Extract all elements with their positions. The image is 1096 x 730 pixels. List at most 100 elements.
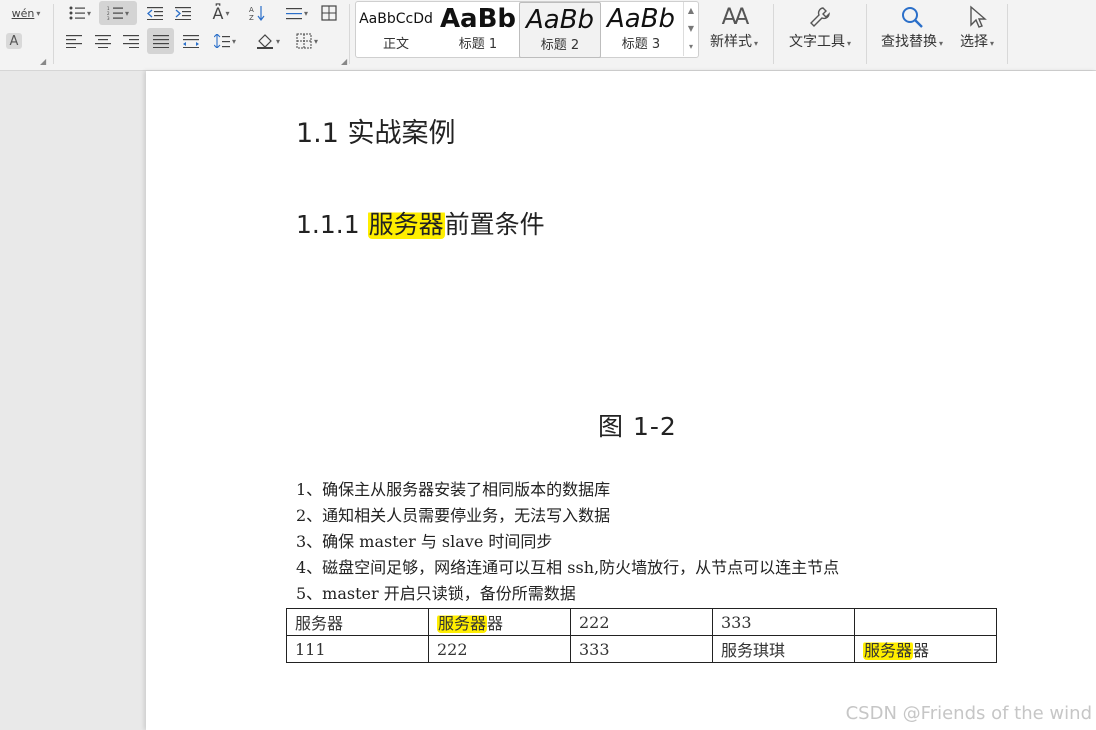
bullet-list-button[interactable]: ▾ (63, 3, 97, 23)
paragraph-dialog-launcher-icon[interactable]: ◢ (341, 57, 347, 66)
svg-text:A: A (249, 6, 254, 14)
style-heading-3[interactable]: AaBb 标题 3 (601, 2, 681, 56)
table-row: 111 222 333 服务琪琪 服务器器 (286, 635, 997, 663)
line-spacing-button[interactable]: ▾ (208, 30, 242, 52)
wrench-icon (810, 7, 830, 27)
style-normal[interactable]: AaBbCcDd 正文 (356, 2, 436, 56)
style-label: 正文 (382, 37, 409, 52)
align-left-button[interactable] (63, 30, 85, 52)
table-cell[interactable]: 333 (712, 608, 855, 636)
list-item[interactable]: 3、确保 master 与 slave 时间同步 (296, 529, 839, 555)
table-cell[interactable]: 222 (570, 608, 713, 636)
heading-1[interactable]: 1.1 实战案例 (296, 111, 456, 150)
style-preview: AaBb (606, 4, 676, 34)
align-right-icon (123, 35, 139, 48)
phonetic-icon: wén (11, 6, 35, 20)
increase-indent-button[interactable] (172, 3, 194, 23)
table-cell[interactable]: 222 (428, 635, 571, 663)
line-spacing-icon (213, 34, 230, 48)
text-direction-button[interactable]: A͆ ▾ (204, 3, 238, 23)
style-preview: AaBb (439, 4, 517, 34)
heading-2-text: 前置条件 (444, 210, 545, 239)
paragraph-spacing-button[interactable]: ▾ (280, 3, 314, 23)
show-formatting-button[interactable] (318, 3, 340, 23)
search-icon (902, 7, 923, 28)
justify-button[interactable] (147, 28, 174, 54)
text-tools-label: 文字工具 (788, 34, 845, 50)
numbered-list-icon: 123 (107, 6, 123, 20)
list-item[interactable]: 2、通知相关人员需要停业务，无法写入数据 (296, 503, 839, 529)
bullet-list-icon (69, 6, 85, 20)
phonetic-guide-button[interactable]: wén ▾ (6, 4, 46, 22)
character-border-button[interactable]: A (6, 33, 22, 49)
decrease-indent-button[interactable] (144, 3, 166, 23)
sort-icon: AZ (249, 6, 265, 21)
find-replace-button[interactable]: 查找替换 ▾ (874, 2, 950, 54)
paint-bucket-icon (256, 34, 273, 49)
divider (1007, 4, 1008, 64)
figure-caption[interactable]: 图 1-2 (598, 407, 677, 443)
increase-indent-icon (175, 7, 191, 20)
select-button[interactable]: 选择 ▾ (954, 2, 1000, 54)
table-cell[interactable]: 333 (570, 635, 713, 663)
new-style-label: 新样式 (709, 34, 752, 50)
chevron-up-icon[interactable]: ▲ (684, 2, 698, 20)
chevron-down-icon[interactable]: ▼ (684, 20, 698, 38)
style-label: 标题 2 (540, 38, 580, 53)
style-heading-2[interactable]: AaBb 标题 2 (519, 2, 601, 58)
list-item[interactable]: 1、确保主从服务器安装了相同版本的数据库 (296, 477, 839, 503)
new-style-button[interactable]: AA 新样式 ▾ (703, 2, 765, 54)
align-center-button[interactable] (92, 30, 114, 52)
border-icon (296, 33, 312, 49)
table-cell[interactable]: 服务琪琪 (712, 635, 855, 663)
divider (773, 4, 774, 64)
style-preview: AaBbCcDd (359, 11, 433, 27)
text-direction-icon: A͆ (212, 3, 224, 23)
style-heading-1[interactable]: AaBb 标题 1 (438, 2, 518, 56)
decrease-indent-icon (147, 7, 163, 20)
list-item[interactable]: 5、master 开启只读锁，备份所需数据 (296, 581, 839, 607)
distribute-button[interactable] (180, 30, 202, 52)
justify-icon (152, 35, 169, 48)
document-page[interactable]: 1.1 实战案例 1.1.1 服务器前置条件 图 1-2 1、确保主从服务器安装… (146, 71, 1096, 730)
heading-2[interactable]: 1.1.1 服务器前置条件 (296, 205, 545, 241)
cell-text: 器 (487, 614, 504, 633)
divider (349, 4, 350, 64)
table-cell[interactable]: 服务器器 (428, 608, 571, 636)
highlighted-text: 服务器 (863, 641, 914, 660)
text-tools-button[interactable]: 文字工具 ▾ (782, 2, 858, 54)
table-cell[interactable]: 服务器器 (854, 635, 997, 663)
borders-button[interactable]: ▾ (290, 30, 324, 52)
requirements-list: 1、确保主从服务器安装了相同版本的数据库 2、通知相关人员需要停业务，无法写入数… (296, 477, 839, 607)
heading-2-number: 1.1.1 (296, 210, 368, 239)
find-replace-label: 查找替换 (880, 34, 937, 50)
numbered-list-button[interactable]: 1 2 3 ▾ (99, 1, 137, 25)
style-label: 标题 1 (458, 37, 498, 52)
svg-text:Z: Z (249, 14, 254, 21)
list-item[interactable]: 4、磁盘空间足够，网络连通可以互相 ssh,防火墙放行，从节点可以连主节点 (296, 555, 839, 581)
table-grid-icon (321, 5, 337, 21)
style-label: 标题 3 (621, 37, 661, 52)
table-cell[interactable]: 服务器 (286, 608, 429, 636)
divider (53, 4, 54, 64)
table-row: 服务器 服务器器 222 333 (286, 608, 997, 636)
sort-button[interactable]: AZ (246, 3, 268, 23)
distribute-icon (183, 35, 199, 48)
highlighted-text: 服务器 (367, 210, 445, 239)
font-dialog-launcher-icon[interactable]: ◢ (40, 57, 46, 66)
table-cell[interactable] (854, 608, 997, 636)
expand-gallery-icon[interactable]: ▾ (684, 38, 698, 56)
highlighted-text: 服务器 (437, 614, 488, 633)
select-label: 选择 (959, 34, 988, 50)
data-table: 服务器 服务器器 222 333 111 222 333 服务琪琪 服务器器 (286, 608, 997, 663)
watermark: CSDN @Friends of the wind (845, 703, 1092, 724)
divider (866, 4, 867, 64)
cell-text: 器 (913, 641, 930, 660)
styles-scroll: ▲ ▼ ▾ (683, 2, 698, 56)
paragraph-spacing-icon (285, 8, 302, 20)
shading-button[interactable]: ▾ (250, 30, 286, 52)
table-cell[interactable]: 111 (286, 635, 429, 663)
align-right-button[interactable] (120, 30, 142, 52)
cursor-arrow-icon (970, 5, 987, 28)
character-border-icon: A (9, 33, 19, 49)
